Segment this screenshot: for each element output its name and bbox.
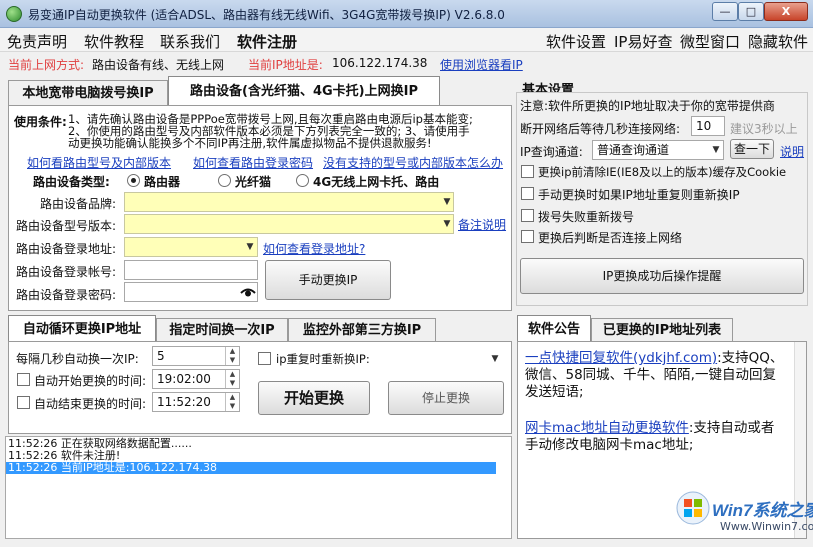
channel-explain-link[interactable]: 说明 xyxy=(780,143,804,160)
auto-start-checkbox[interactable] xyxy=(17,373,30,386)
option-repeat-manual-checkbox[interactable] xyxy=(521,187,534,200)
remark-link[interactable]: 备注说明 xyxy=(458,216,506,233)
brand-label: 路由设备品牌: xyxy=(40,197,117,211)
auto-end-label: 自动结束更换的时间: xyxy=(34,397,147,411)
minimize-button[interactable]: — xyxy=(712,2,738,21)
browser-ip-link[interactable]: 使用浏览器看IP xyxy=(440,56,523,73)
auto-end-stepper[interactable]: ▲ ▼ xyxy=(225,393,239,411)
unsupported-model-link[interactable]: 没有支持的型号或内部版本怎么办 xyxy=(323,154,503,171)
watermark-brand: Win7系统之家 xyxy=(712,501,813,520)
wait-seconds-label: 断开网络后等待几秒连接网络: xyxy=(520,122,681,136)
watermark-url: Www.Winwin7.com xyxy=(720,520,813,533)
device-type-label: 路由设备类型: xyxy=(33,175,110,189)
option-clear-cache-checkbox[interactable] xyxy=(521,165,534,178)
repeat-ip-checkbox[interactable] xyxy=(258,352,271,365)
menu-mini-window[interactable]: 微型窗口 xyxy=(680,31,740,52)
router-password-link[interactable]: 如何查看路由登录密码 xyxy=(193,154,313,171)
app-globe-icon xyxy=(6,6,22,22)
radio-4g[interactable] xyxy=(296,174,309,187)
window-title: 易变通IP自动更换软件 (适合ADSL、路由器有线无线Wifi、3G4G宽带拨号… xyxy=(28,8,505,22)
menu-settings[interactable]: 软件设置 xyxy=(546,31,606,52)
brand-select[interactable] xyxy=(124,192,454,212)
wait-seconds-input[interactable]: 10 xyxy=(691,116,725,136)
chevron-down-icon[interactable]: ▼ xyxy=(488,350,502,368)
tab-local-dialup[interactable]: 本地宽带电脑拨号换IP xyxy=(8,80,168,106)
menu-register[interactable]: 软件注册 xyxy=(237,31,297,52)
conditions-line-3: 动更换功能确认能换多个不同IP再注册,软件属虚拟物品不提供退款服务! xyxy=(68,136,432,150)
tab-external-monitor[interactable]: 监控外部第三方换IP xyxy=(288,318,436,342)
chevron-down-icon: ▼ xyxy=(443,197,451,207)
check-channel-button[interactable]: 查一下 xyxy=(730,139,774,159)
chevron-down-icon: ▼ xyxy=(443,219,451,229)
tab-changed-ip-list[interactable]: 已更换的IP地址列表 xyxy=(591,318,733,342)
tab-auto-cycle[interactable]: 自动循环更换IP地址 xyxy=(8,315,156,343)
address-label: 路由设备登录地址: xyxy=(16,242,117,256)
menu-contact[interactable]: 联系我们 xyxy=(160,31,220,52)
auto-end-checkbox[interactable] xyxy=(17,396,30,409)
maximize-button[interactable]: □ xyxy=(738,2,764,21)
option-clear-cache-label: 更换ip前清除IE(IE8及以上的版本)缓存及Cookie xyxy=(538,165,787,179)
tab-notice[interactable]: 软件公告 xyxy=(517,315,591,343)
eye-icon[interactable] xyxy=(240,284,256,300)
option-check-connection-label: 更换后判断是否连接上网络 xyxy=(538,231,683,245)
address-help-link[interactable]: 如何查看登录地址? xyxy=(263,240,365,257)
router-model-link[interactable]: 如何看路由型号及内部版本 xyxy=(27,154,171,171)
tab-router[interactable]: 路由设备(含光纤猫、4G卡托)上网换IP xyxy=(168,76,440,106)
option-redial-label: 拨号失败重新拨号 xyxy=(538,210,635,224)
mode-label: 当前上网方式: xyxy=(8,58,85,72)
mode-value: 路由设备有线、无线上网 xyxy=(92,58,225,72)
post-change-remind-button[interactable]: IP更换成功后操作提醒 xyxy=(520,258,804,294)
notice-item-reply: 一点快捷回复软件(ydkjhf.com):支持QQ、微信、58同城、千牛、陌陌,… xyxy=(525,350,787,401)
ip-label: 当前IP地址是: xyxy=(248,58,323,72)
auto-start-label: 自动开始更换的时间: xyxy=(34,374,147,388)
radio-router-label: 路由器 xyxy=(144,175,181,189)
user-label: 路由设备登录帐号: xyxy=(16,265,117,279)
chevron-down-icon: ▼ xyxy=(712,145,720,155)
basic-note: 注意:软件所更换的IP地址取决于你的宽带提供商 xyxy=(520,99,775,113)
menu-ip-lookup[interactable]: IP易好查 xyxy=(614,31,672,52)
ip-value: 106.122.174.38 xyxy=(332,56,428,70)
auto-start-stepper[interactable]: ▲ ▼ xyxy=(225,370,239,388)
password-label: 路由设备登录密码: xyxy=(16,288,117,302)
repeat-ip-label: ip重复时重新换IP: xyxy=(276,352,370,366)
address-select[interactable] xyxy=(124,237,258,257)
conditions-label: 使用条件: xyxy=(14,115,67,129)
close-button[interactable]: X xyxy=(764,2,808,21)
user-input[interactable] xyxy=(124,260,258,280)
option-check-connection-checkbox[interactable] xyxy=(521,230,534,243)
radio-fiber-label: 光纤猫 xyxy=(235,175,272,189)
log-list[interactable]: 11:52:26 正在获取网络数据配置...... 11:52:26 软件未注册… xyxy=(5,436,512,539)
menu-disclaimer[interactable]: 免责声明 xyxy=(7,31,67,52)
wait-seconds-hint: 建议3秒以上 xyxy=(730,122,798,136)
notice-item-mac: 网卡mac地址自动更换软件:支持自动或者手动修改电脑网卡mac地址; xyxy=(525,420,787,454)
chevron-down-icon: ▼ xyxy=(246,242,254,252)
start-change-button[interactable]: 开始更换 xyxy=(258,381,370,415)
query-channel-select[interactable]: 普通查询通道 xyxy=(592,140,724,160)
tab-scheduled[interactable]: 指定时间换一次IP xyxy=(156,318,288,342)
radio-router[interactable] xyxy=(127,174,140,187)
windows-logo-icon xyxy=(676,491,710,525)
manual-change-ip-button[interactable]: 手动更换IP xyxy=(265,260,391,300)
stop-change-button[interactable]: 停止更换 xyxy=(388,381,504,415)
query-channel-label: IP查询通道: xyxy=(520,145,583,159)
option-repeat-manual-label: 手动更换时如果IP地址重复则重新换IP xyxy=(538,188,740,202)
interval-label: 每隔几秒自动换一次IP: xyxy=(16,352,139,366)
password-input[interactable] xyxy=(124,282,258,302)
log-line-selected[interactable]: 11:52:26 当前IP地址是:106.122.174.38 xyxy=(6,462,496,474)
radio-4g-label: 4G无线上网卡托、路由 xyxy=(313,175,440,189)
notice-reply-link[interactable]: 一点快捷回复软件(ydkjhf.com) xyxy=(525,350,717,366)
radio-fiber-modem[interactable] xyxy=(218,174,231,187)
menu-tutorial[interactable]: 软件教程 xyxy=(84,31,144,52)
model-select[interactable] xyxy=(124,214,454,234)
option-redial-checkbox[interactable] xyxy=(521,209,534,222)
notice-mac-link[interactable]: 网卡mac地址自动更换软件 xyxy=(525,420,689,436)
interval-stepper[interactable]: ▲ ▼ xyxy=(225,347,239,365)
model-label: 路由设备型号版本: xyxy=(16,219,117,233)
menu-hide-software[interactable]: 隐藏软件 xyxy=(748,31,808,52)
